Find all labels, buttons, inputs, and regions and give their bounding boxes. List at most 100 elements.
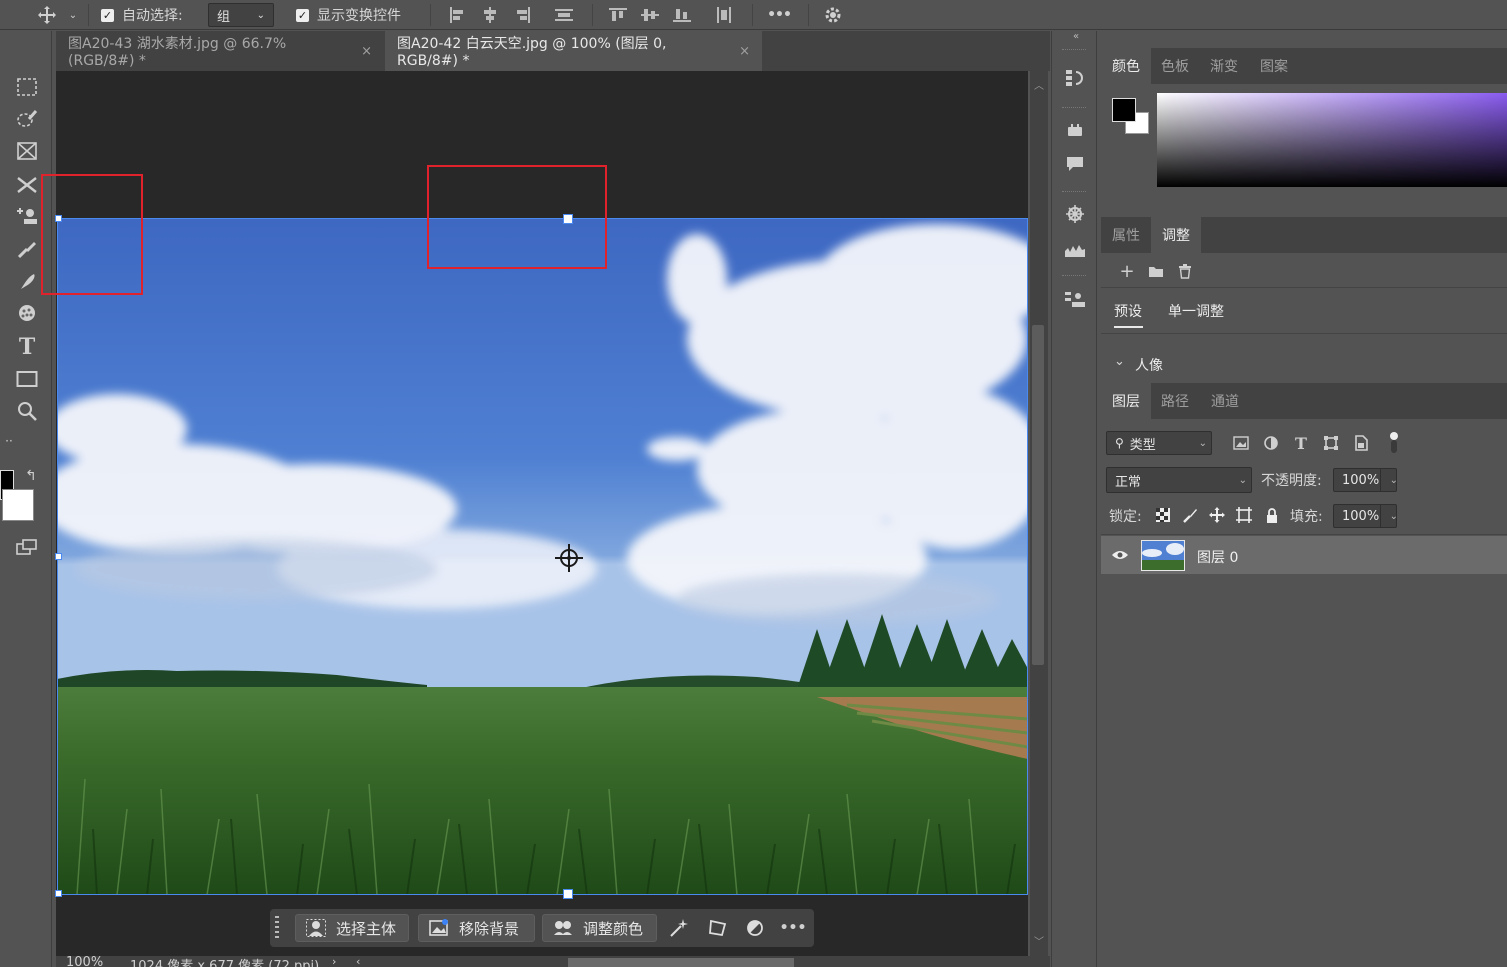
align-left-icon[interactable] <box>446 4 470 26</box>
chevron-left-icon[interactable]: ‹ <box>356 956 360 967</box>
more-options-icon[interactable]: ••• <box>778 917 808 939</box>
remove-background-button[interactable]: 移除背景 <box>418 914 535 942</box>
healing-brush-tool-icon[interactable] <box>12 203 42 231</box>
scroll-up-icon[interactable]: ︿ <box>1034 77 1044 92</box>
chevron-right-icon[interactable]: › <box>332 956 336 967</box>
auto-select-checkbox[interactable]: ✓ 自动选择: <box>101 0 183 30</box>
opacity-input[interactable]: 100% ⌄ <box>1333 468 1398 492</box>
adjustment-group-portrait[interactable]: 人像 <box>1135 355 1163 375</box>
plugin-icon[interactable] <box>1061 117 1089 143</box>
layer-filter-dropdown[interactable]: ⚲ 类型 ⌄ <box>1106 431 1212 455</box>
navigator-icon[interactable] <box>1061 201 1089 227</box>
select-subject-button[interactable]: 选择主体 <box>295 914 409 942</box>
gear-icon[interactable] <box>820 3 846 27</box>
frame-tool-icon[interactable] <box>12 137 42 165</box>
filter-type-layer-icon[interactable]: T <box>1291 433 1311 453</box>
lock-all-icon[interactable] <box>1263 505 1281 525</box>
filter-toggle-switch[interactable] <box>1389 431 1399 455</box>
scroll-down-icon[interactable]: ﹀ <box>1034 933 1044 948</box>
type-tool-icon[interactable]: T <box>12 333 42 361</box>
background-color-swatch[interactable] <box>2 489 34 521</box>
tab-gradients[interactable]: 渐变 <box>1199 48 1249 84</box>
zoom-tool-icon[interactable] <box>12 397 42 425</box>
rectangle-tool-icon[interactable] <box>12 365 42 393</box>
transform-handle-bottom-center[interactable] <box>563 889 573 899</box>
show-transform-checkbox[interactable]: ✓ 显示变换控件 <box>296 0 401 30</box>
zoom-level[interactable]: 100% <box>66 956 103 967</box>
tab-paths[interactable]: 路径 <box>1150 383 1200 419</box>
chevron-down-icon[interactable]: ⌄ <box>1114 354 1125 369</box>
tab-patterns[interactable]: 图案 <box>1249 48 1299 84</box>
tab-channels[interactable]: 通道 <box>1200 383 1250 419</box>
drag-handle-icon[interactable] <box>274 915 280 941</box>
trash-icon[interactable] <box>1175 262 1195 280</box>
transform-shape-icon[interactable] <box>705 917 731 939</box>
transform-handle-middle-left[interactable] <box>55 553 62 560</box>
tab-properties[interactable]: 属性 <box>1101 217 1151 253</box>
swap-colors-icon[interactable]: ↰ <box>22 467 40 485</box>
move-tool-icon[interactable] <box>34 3 60 27</box>
filter-adjustment-layer-icon[interactable] <box>1261 433 1281 453</box>
eyedropper-tool-icon[interactable] <box>12 171 42 199</box>
align-right-icon[interactable] <box>510 4 534 26</box>
tab-cloud-sky[interactable]: 图A20-42 白云天空.jpg @ 100% (图层 0, RGB/8#) *… <box>385 31 762 71</box>
close-icon[interactable]: × <box>739 44 750 59</box>
chevron-down-icon[interactable]: ⌄ <box>1390 475 1398 486</box>
marquee-tool-icon[interactable] <box>12 73 42 101</box>
align-middle-v-icon[interactable] <box>638 4 662 26</box>
filter-shape-layer-icon[interactable] <box>1321 433 1341 453</box>
tab-layers[interactable]: 图层 <box>1101 383 1151 419</box>
tab-adjustments[interactable]: 调整 <box>1151 217 1201 253</box>
quick-selection-tool-icon[interactable] <box>12 105 42 133</box>
canvas-vertical-scrollbar[interactable]: ︿ ﹀ <box>1030 71 1048 956</box>
clone-stamp-tool-icon[interactable] <box>12 267 42 295</box>
layer-row[interactable]: 图层 0 <box>1101 536 1507 574</box>
screen-mode-icon[interactable] <box>12 535 42 559</box>
brush-tool-icon[interactable] <box>12 235 42 263</box>
more-tools-icon[interactable]: ·· <box>2 433 16 449</box>
clone-source-icon[interactable] <box>1061 287 1089 313</box>
chevron-down-icon[interactable]: ⌄ <box>66 5 80 25</box>
adjust-color-button[interactable]: 调整颜色 <box>542 914 657 942</box>
lock-transparent-pixels-icon[interactable] <box>1154 505 1172 525</box>
lock-artboard-icon[interactable] <box>1235 505 1253 525</box>
filter-pixel-layer-icon[interactable] <box>1231 433 1251 453</box>
histogram-icon[interactable] <box>1061 237 1089 263</box>
collapse-panels-icon[interactable]: « <box>1062 31 1090 43</box>
foreground-color-swatch[interactable] <box>1112 98 1136 122</box>
subtab-presets[interactable]: 预设 <box>1114 301 1142 321</box>
comment-icon[interactable] <box>1061 151 1089 177</box>
fill-input[interactable]: 100% ⌄ <box>1333 504 1398 528</box>
plus-icon[interactable]: + <box>1117 261 1137 282</box>
horizontal-scrollbar-thumb[interactable] <box>568 958 794 967</box>
eye-visibility-icon[interactable] <box>1109 546 1131 564</box>
tab-swatches[interactable]: 色板 <box>1150 48 1200 84</box>
half-circle-adjust-icon[interactable] <box>742 917 768 939</box>
sparkle-wand-icon[interactable] <box>666 917 692 939</box>
document-info[interactable]: 1024 像素 x 677 像素 (72 ppi) <box>130 956 319 967</box>
history-icon[interactable] <box>1061 65 1089 91</box>
align-top-icon[interactable] <box>606 4 630 26</box>
align-bottom-icon[interactable] <box>670 4 694 26</box>
folder-icon[interactable] <box>1146 262 1166 280</box>
document-image[interactable] <box>57 219 1028 895</box>
scrollbar-thumb[interactable] <box>1032 325 1044 665</box>
distribute-horizontal-icon[interactable] <box>712 4 736 26</box>
tab-lake-material[interactable]: 图A20-43 湖水素材.jpg @ 66.7%(RGB/8#) * × <box>56 31 384 71</box>
more-options-icon[interactable]: ••• <box>764 4 794 26</box>
layer-name[interactable]: 图层 0 <box>1197 547 1238 567</box>
transform-handle-bottom-left[interactable] <box>55 890 62 897</box>
color-picker-field[interactable] <box>1157 93 1507 187</box>
distribute-vertical-icon[interactable] <box>552 4 576 26</box>
tab-color[interactable]: 颜色 <box>1101 48 1151 84</box>
filter-smart-object-icon[interactable] <box>1351 433 1371 453</box>
blend-mode-dropdown[interactable]: 正常 ⌄ <box>1106 467 1252 493</box>
subtab-single-adjustment[interactable]: 单一调整 <box>1168 301 1224 321</box>
lock-position-icon[interactable] <box>1208 505 1226 525</box>
lock-image-pixels-icon[interactable] <box>1181 505 1199 525</box>
auto-select-dropdown[interactable]: 组 ⌄ <box>208 3 274 27</box>
close-icon[interactable]: × <box>361 44 372 59</box>
chevron-down-icon[interactable]: ⌄ <box>1390 511 1398 522</box>
reference-point-icon[interactable] <box>555 544 583 572</box>
align-center-h-icon[interactable] <box>478 4 502 26</box>
